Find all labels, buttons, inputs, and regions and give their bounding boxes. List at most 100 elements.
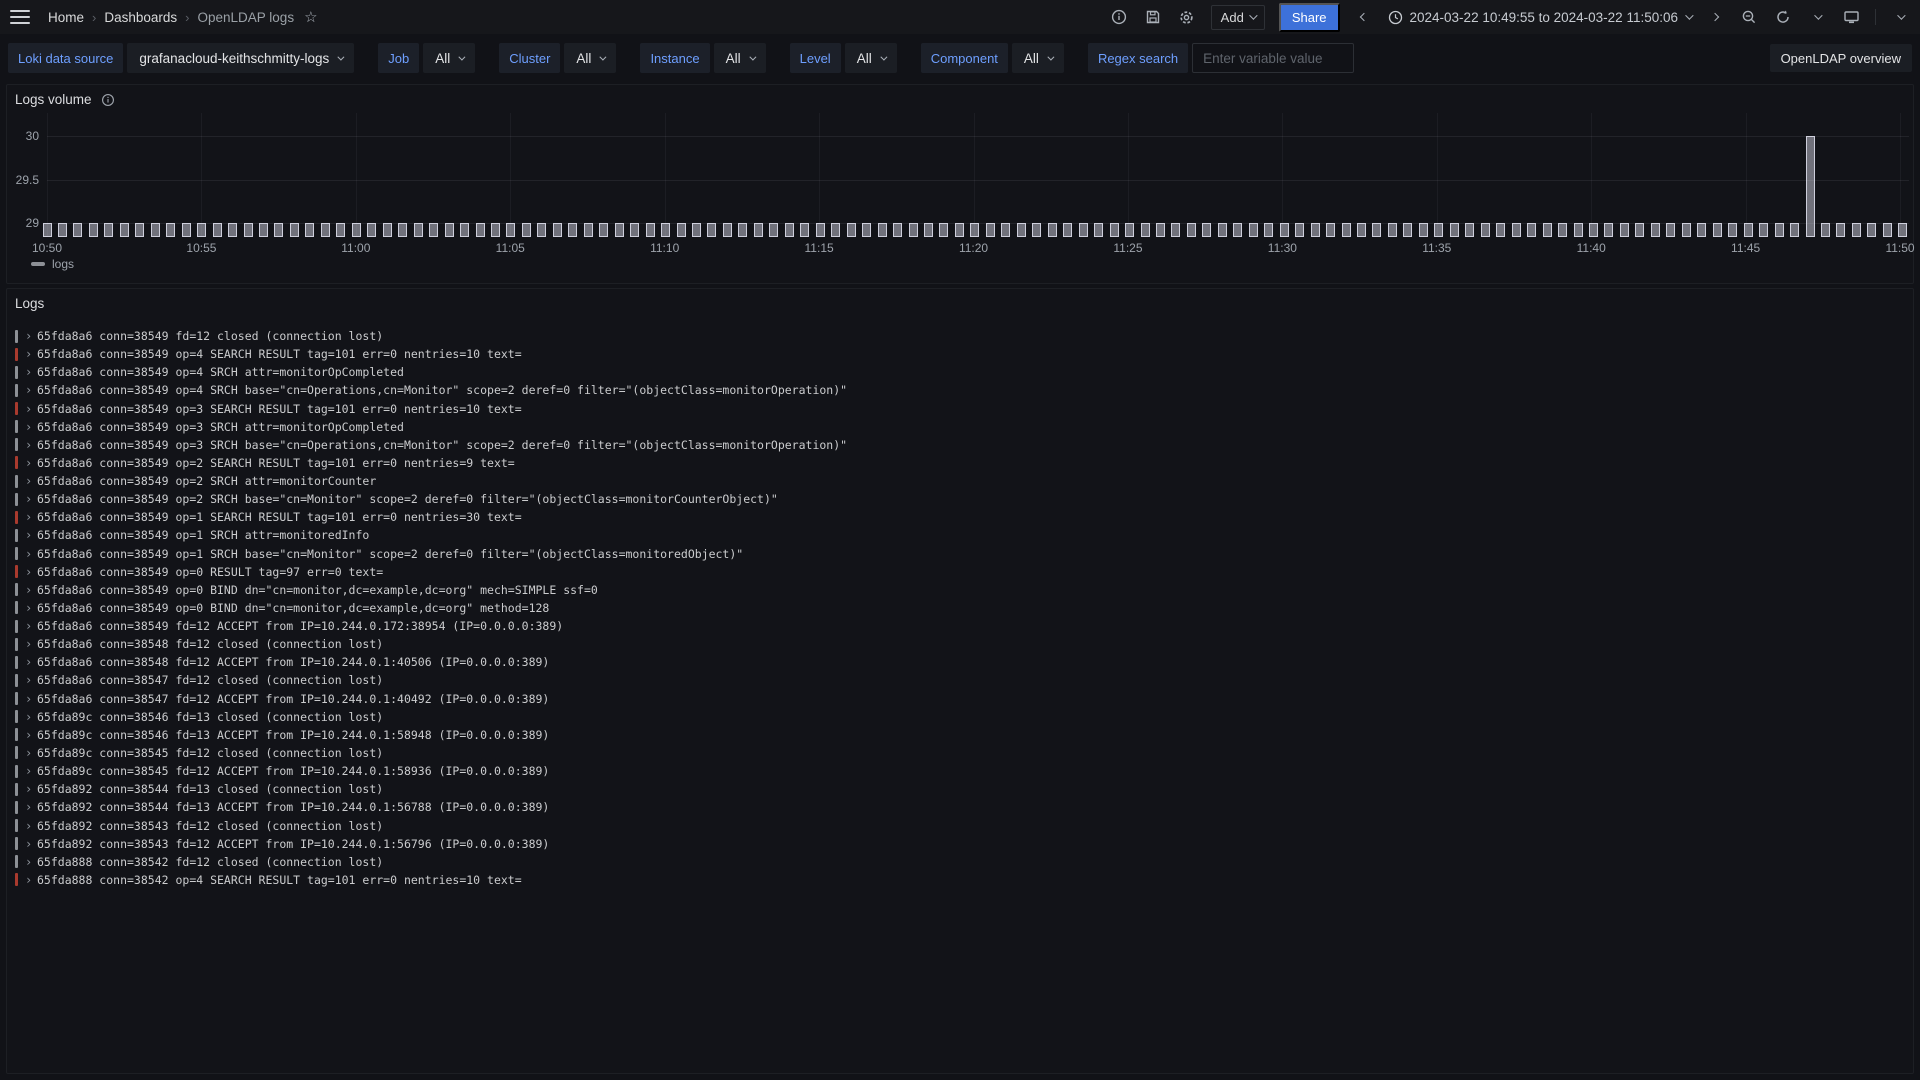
- log-row[interactable]: ›65fda89c conn=38545 fd=12 ACCEPT from I…: [15, 762, 1905, 780]
- logs-volume-bar: [1125, 223, 1134, 237]
- expand-log-chevron-icon[interactable]: ›: [25, 782, 37, 796]
- log-row[interactable]: ›65fda8a6 conn=38549 op=2 SRCH base="cn=…: [15, 490, 1905, 508]
- divider: [1875, 9, 1876, 25]
- variable-select[interactable]: All: [564, 43, 616, 73]
- logs-volume-bar: [939, 223, 948, 237]
- log-row[interactable]: ›65fda892 conn=38543 fd=12 closed (conne…: [15, 817, 1905, 835]
- log-rows-container: ›65fda8a6 conn=38549 fd=12 closed (conne…: [7, 289, 1913, 1073]
- expand-log-chevron-icon[interactable]: ›: [25, 764, 37, 778]
- log-row[interactable]: ›65fda8a6 conn=38549 op=1 SRCH base="cn=…: [15, 545, 1905, 563]
- regex-search-input[interactable]: [1192, 43, 1354, 73]
- log-row[interactable]: ›65fda89c conn=38546 fd=13 closed (conne…: [15, 708, 1905, 726]
- expand-log-chevron-icon[interactable]: ›: [25, 655, 37, 669]
- expand-log-chevron-icon[interactable]: ›: [25, 692, 37, 706]
- dashboard-settings-gear-icon[interactable]: [1177, 7, 1197, 27]
- favorite-star-icon[interactable]: ☆: [304, 8, 317, 26]
- kiosk-monitor-icon[interactable]: [1841, 7, 1861, 27]
- log-row[interactable]: ›65fda89c conn=38546 fd=13 ACCEPT from I…: [15, 726, 1905, 744]
- expand-log-chevron-icon[interactable]: ›: [25, 474, 37, 488]
- log-row[interactable]: ›65fda8a6 conn=38547 fd=12 closed (conne…: [15, 671, 1905, 689]
- openldap-overview-link[interactable]: OpenLDAP overview: [1770, 44, 1912, 72]
- time-shift-back-icon[interactable]: [1354, 7, 1374, 27]
- expand-log-chevron-icon[interactable]: ›: [25, 547, 37, 561]
- expand-log-chevron-icon[interactable]: ›: [25, 565, 37, 579]
- expand-log-chevron-icon[interactable]: ›: [25, 402, 37, 416]
- log-row[interactable]: ›65fda892 conn=38544 fd=13 closed (conne…: [15, 780, 1905, 798]
- expand-log-chevron-icon[interactable]: ›: [25, 710, 37, 724]
- logs-volume-bar: [1620, 223, 1629, 237]
- breadcrumb-dashboards[interactable]: Dashboards: [104, 10, 177, 25]
- time-range-picker[interactable]: 2024-03-22 10:49:55 to 2024-03-22 11:50:…: [1388, 10, 1691, 25]
- breadcrumb-home[interactable]: Home: [48, 10, 84, 25]
- refresh-icon[interactable]: [1773, 7, 1793, 27]
- log-row[interactable]: ›65fda8a6 conn=38549 op=2 SEARCH RESULT …: [15, 454, 1905, 472]
- expand-log-chevron-icon[interactable]: ›: [25, 837, 37, 851]
- expand-log-chevron-icon[interactable]: ›: [25, 438, 37, 452]
- log-row[interactable]: ›65fda8a6 conn=38549 fd=12 closed (conne…: [15, 327, 1905, 345]
- expand-log-chevron-icon[interactable]: ›: [25, 329, 37, 343]
- collapse-topbar-chevron-icon[interactable]: [1890, 7, 1910, 27]
- hamburger-menu-icon[interactable]: [10, 10, 30, 24]
- add-button[interactable]: Add: [1211, 5, 1265, 30]
- log-row[interactable]: ›65fda892 conn=38544 fd=13 ACCEPT from I…: [15, 798, 1905, 816]
- expand-log-chevron-icon[interactable]: ›: [25, 673, 37, 687]
- log-level-indicator: [15, 674, 18, 687]
- expand-log-chevron-icon[interactable]: ›: [25, 347, 37, 361]
- share-button[interactable]: Share: [1279, 3, 1340, 32]
- log-row[interactable]: ›65fda8a6 conn=38549 op=4 SEARCH RESULT …: [15, 345, 1905, 363]
- expand-log-chevron-icon[interactable]: ›: [25, 728, 37, 742]
- gridline: [1591, 113, 1592, 237]
- log-row[interactable]: ›65fda8a6 conn=38548 fd=12 closed (conne…: [15, 635, 1905, 653]
- log-row[interactable]: ›65fda888 conn=38542 fd=12 closed (conne…: [15, 853, 1905, 871]
- log-row[interactable]: ›65fda8a6 conn=38549 op=0 RESULT tag=97 …: [15, 563, 1905, 581]
- log-row[interactable]: ›65fda888 conn=38542 op=4 SEARCH RESULT …: [15, 871, 1905, 889]
- log-row[interactable]: ›65fda8a6 conn=38548 fd=12 ACCEPT from I…: [15, 653, 1905, 671]
- expand-log-chevron-icon[interactable]: ›: [25, 365, 37, 379]
- log-row[interactable]: ›65fda892 conn=38543 fd=12 ACCEPT from I…: [15, 835, 1905, 853]
- expand-log-chevron-icon[interactable]: ›: [25, 510, 37, 524]
- variable-select[interactable]: All: [423, 43, 475, 73]
- log-row[interactable]: ›65fda8a6 conn=38549 op=4 SRCH base="cn=…: [15, 381, 1905, 399]
- log-row[interactable]: ›65fda8a6 conn=38549 op=4 SRCH attr=moni…: [15, 363, 1905, 381]
- logs-volume-bar: [1326, 223, 1335, 237]
- log-row[interactable]: ›65fda8a6 conn=38549 op=1 SEARCH RESULT …: [15, 508, 1905, 526]
- expand-log-chevron-icon[interactable]: ›: [25, 819, 37, 833]
- time-shift-forward-icon[interactable]: [1705, 7, 1725, 27]
- variable-select[interactable]: All: [714, 43, 766, 73]
- legend-logs[interactable]: logs: [31, 257, 74, 271]
- expand-log-chevron-icon[interactable]: ›: [25, 528, 37, 542]
- log-row[interactable]: ›65fda8a6 conn=38549 op=3 SRCH base="cn=…: [15, 436, 1905, 454]
- log-level-indicator: [15, 384, 18, 397]
- expand-log-chevron-icon[interactable]: ›: [25, 492, 37, 506]
- datasource-select[interactable]: grafanacloud-keithschmitty-logs: [127, 43, 354, 73]
- log-line-text: 65fda89c conn=38546 fd=13 ACCEPT from IP…: [37, 728, 549, 742]
- expand-log-chevron-icon[interactable]: ›: [25, 420, 37, 434]
- logs-volume-plot[interactable]: 3029.52910:5010:5511:0011:0511:1011:1511…: [7, 85, 1913, 283]
- zoom-out-time-icon[interactable]: [1739, 7, 1759, 27]
- log-row[interactable]: ›65fda8a6 conn=38549 op=0 BIND dn="cn=mo…: [15, 581, 1905, 599]
- logs-volume-bar: [816, 223, 825, 237]
- variable-select[interactable]: All: [1012, 43, 1064, 73]
- expand-log-chevron-icon[interactable]: ›: [25, 800, 37, 814]
- expand-log-chevron-icon[interactable]: ›: [25, 456, 37, 470]
- log-row[interactable]: ›65fda8a6 conn=38549 op=2 SRCH attr=moni…: [15, 472, 1905, 490]
- expand-log-chevron-icon[interactable]: ›: [25, 383, 37, 397]
- refresh-interval-chevron-icon[interactable]: [1807, 7, 1827, 27]
- log-row[interactable]: ›65fda8a6 conn=38549 op=3 SEARCH RESULT …: [15, 400, 1905, 418]
- log-row[interactable]: ›65fda8a6 conn=38547 fd=12 ACCEPT from I…: [15, 690, 1905, 708]
- variable-select[interactable]: All: [845, 43, 897, 73]
- log-row[interactable]: ›65fda8a6 conn=38549 fd=12 ACCEPT from I…: [15, 617, 1905, 635]
- save-dashboard-icon[interactable]: [1143, 7, 1163, 27]
- expand-log-chevron-icon[interactable]: ›: [25, 583, 37, 597]
- expand-log-chevron-icon[interactable]: ›: [25, 855, 37, 869]
- log-row[interactable]: ›65fda8a6 conn=38549 op=1 SRCH attr=moni…: [15, 526, 1905, 544]
- info-circle-icon[interactable]: [1109, 7, 1129, 27]
- expand-log-chevron-icon[interactable]: ›: [25, 873, 37, 887]
- expand-log-chevron-icon[interactable]: ›: [25, 619, 37, 633]
- expand-log-chevron-icon[interactable]: ›: [25, 637, 37, 651]
- expand-log-chevron-icon[interactable]: ›: [25, 601, 37, 615]
- log-row[interactable]: ›65fda8a6 conn=38549 op=3 SRCH attr=moni…: [15, 418, 1905, 436]
- expand-log-chevron-icon[interactable]: ›: [25, 746, 37, 760]
- log-row[interactable]: ›65fda89c conn=38545 fd=12 closed (conne…: [15, 744, 1905, 762]
- log-row[interactable]: ›65fda8a6 conn=38549 op=0 BIND dn="cn=mo…: [15, 599, 1905, 617]
